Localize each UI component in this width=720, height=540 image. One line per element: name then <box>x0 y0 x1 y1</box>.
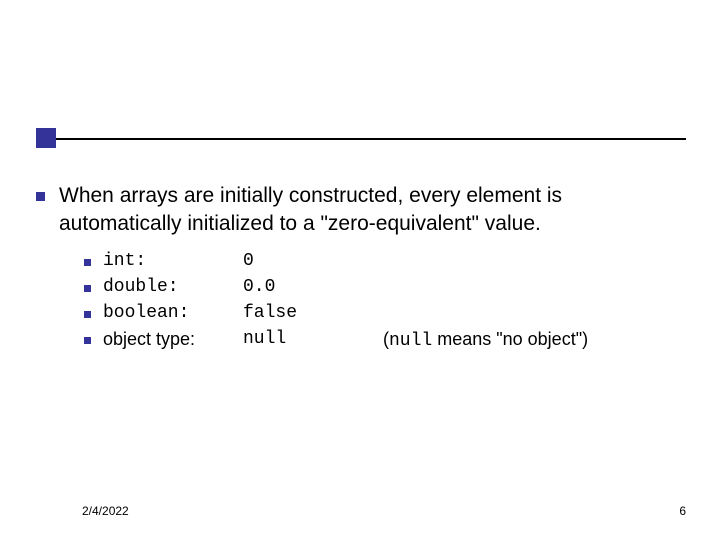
type-label: boolean: <box>103 303 243 323</box>
content-area: When arrays are initially constructed, e… <box>36 182 686 357</box>
square-bullet-icon <box>84 259 91 266</box>
header-rule <box>36 138 686 140</box>
list-item: int: 0 <box>84 251 686 271</box>
square-bullet-icon <box>84 285 91 292</box>
type-label: int: <box>103 251 243 271</box>
default-value: 0.0 <box>243 277 383 297</box>
default-value: false <box>243 303 383 323</box>
square-bullet-icon <box>84 311 91 318</box>
page-number: 6 <box>679 504 686 518</box>
default-value: 0 <box>243 251 383 271</box>
list-item: object type: null (null means "no object… <box>84 329 686 351</box>
note: (null means "no object") <box>383 329 588 351</box>
sub-list: int: 0 double: 0.0 boolean: false object… <box>84 251 686 351</box>
type-label: object type: <box>103 329 243 350</box>
square-bullet-icon <box>84 337 91 344</box>
default-value: null <box>243 329 383 349</box>
bullet-level1: When arrays are initially constructed, e… <box>36 182 686 239</box>
footer-date: 2/4/2022 <box>82 504 129 518</box>
main-text: When arrays are initially constructed, e… <box>59 182 686 239</box>
note-code: null <box>389 331 432 351</box>
square-bullet-icon <box>36 192 45 201</box>
type-label: double: <box>103 277 243 297</box>
header-accent-square <box>36 128 56 148</box>
note-suffix: means "no object") <box>432 329 588 349</box>
slide: When arrays are initially constructed, e… <box>0 0 720 540</box>
list-item: boolean: false <box>84 303 686 323</box>
list-item: double: 0.0 <box>84 277 686 297</box>
